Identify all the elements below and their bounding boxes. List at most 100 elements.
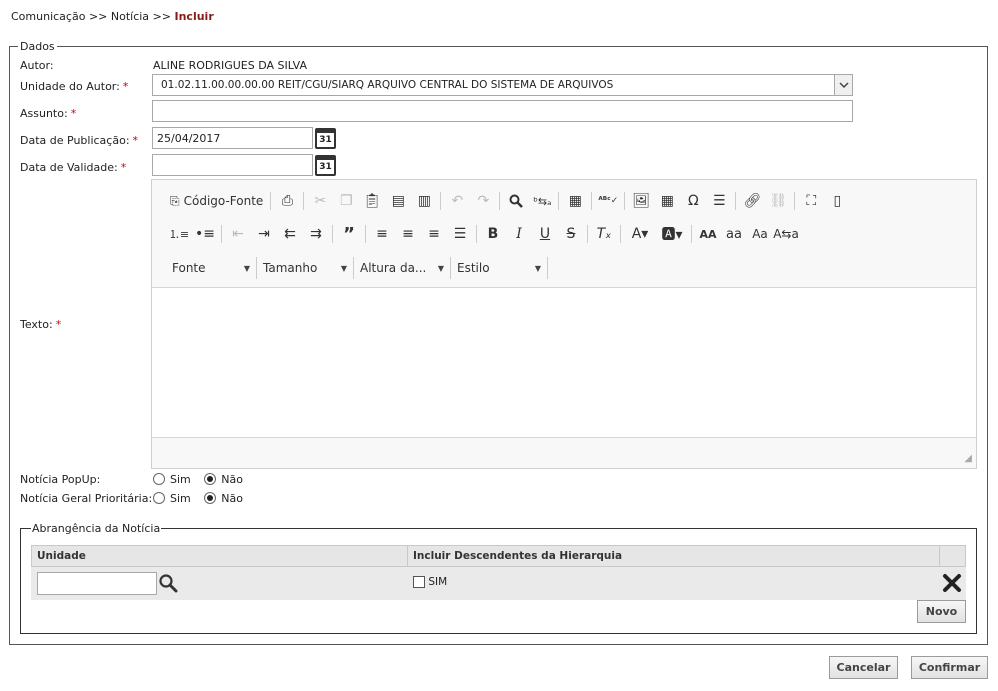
source-code-icon: ⎘: [170, 193, 180, 208]
breadcrumb-separator: >>: [152, 10, 171, 23]
paste-text-icon[interactable]: ▤: [385, 189, 411, 213]
copy-icon[interactable]: ❐: [333, 189, 359, 213]
line-height-combo-label: Altura da...: [360, 261, 427, 275]
paste-icon[interactable]: 📋︎: [359, 189, 385, 213]
unidade-select-value: 01.02.11.00.00.00.00 REIT/CGU/SIARQ ARQU…: [161, 79, 614, 91]
print-icon[interactable]: ⎙: [274, 189, 300, 213]
data-publicacao-input[interactable]: 25/04/2017: [152, 127, 313, 149]
confirm-button[interactable]: Confirmar: [911, 656, 988, 679]
replace-icon[interactable]: ᵇ⇆ₐ: [529, 189, 555, 213]
geral-radio-group: Sim Não: [153, 491, 253, 505]
close-icon[interactable]: [942, 573, 962, 596]
unlink-icon[interactable]: ⛓: [765, 189, 791, 213]
blockquote-icon[interactable]: ”: [336, 222, 362, 246]
editor-toolbar-row-2: ⒈≡ •≡ ⇤ ⇥ ⇇ ⇉ ” ≡ ≡ ≡ ☰ B I U S Tₓ A▾ 🅰︎…: [166, 221, 799, 247]
breadcrumb-noticia[interactable]: Notícia: [111, 10, 149, 23]
search-icon[interactable]: [158, 573, 178, 596]
link-icon[interactable]: 🔗︎: [739, 189, 765, 213]
indent-icon[interactable]: ⇥: [251, 222, 277, 246]
unidade-select[interactable]: 01.02.11.00.00.00.00 REIT/CGU/SIARQ ARQU…: [152, 74, 853, 96]
editor-toolbar-row-3: Fonte ▼ Tamanho ▼ Altura da... ▼ Estilo ▼: [166, 255, 548, 281]
style-combo-label: Estilo: [457, 261, 490, 275]
transform-case-icon[interactable]: A⇆a: [773, 222, 799, 246]
align-justify-icon[interactable]: ☰: [447, 222, 473, 246]
style-combo[interactable]: Estilo ▼: [451, 257, 548, 279]
incluir-descendentes-checkbox[interactable]: [413, 576, 425, 588]
bold-icon[interactable]: B: [480, 222, 506, 246]
data-validade-label: Data de Validade: *: [20, 161, 127, 174]
popup-nao-label: Não: [221, 472, 243, 486]
breadcrumb-separator: >>: [88, 10, 108, 23]
capitalize-icon[interactable]: Aa: [747, 222, 773, 246]
dados-legend: Dados: [20, 40, 55, 53]
background-color-icon[interactable]: 🅰︎▾: [656, 222, 688, 246]
novo-button[interactable]: Novo: [917, 600, 966, 623]
uppercase-icon[interactable]: AA: [695, 222, 721, 246]
align-left-icon[interactable]: ≡: [369, 222, 395, 246]
editor-content-area[interactable]: [152, 287, 976, 438]
horizontal-line-icon[interactable]: ☰: [706, 189, 732, 213]
unidade-row-input[interactable]: [37, 572, 157, 595]
strikethrough-icon[interactable]: S: [558, 222, 584, 246]
align-center-icon[interactable]: ≡: [395, 222, 421, 246]
breadcrumb-comunicacao[interactable]: Comunicação: [11, 10, 85, 23]
resize-handle-icon[interactable]: ◢: [964, 453, 972, 464]
assunto-label: Assunto: *: [20, 107, 77, 120]
find-icon[interactable]: [503, 189, 529, 213]
unidade-label: Unidade do Autor: *: [20, 80, 129, 93]
increase-indent-icon[interactable]: ⇉: [303, 222, 329, 246]
editor-toolbar-row-1: ⎘ Código-Fonte ⎙ ✂ ❐ 📋︎ ▤ ▥ ↶ ↷ ᵇ⇆ₐ ▦ ᴬᴮᶜ…: [166, 188, 850, 214]
rich-text-editor: ⎘ Código-Fonte ⎙ ✂ ❐ 📋︎ ▤ ▥ ↶ ↷ ᵇ⇆ₐ ▦ ᴬᴮᶜ…: [151, 179, 977, 469]
lowercase-icon[interactable]: aa: [721, 222, 747, 246]
popup-label: Notícia PopUp:: [20, 473, 101, 486]
autor-value: ALINE RODRIGUES DA SILVA: [153, 59, 308, 72]
paste-word-icon[interactable]: ▥: [411, 189, 437, 213]
data-publicacao-label: Data de Publicação: *: [20, 134, 139, 147]
bulleted-list-icon[interactable]: •≡: [192, 222, 218, 246]
image-icon[interactable]: 🖼︎: [628, 189, 654, 213]
popup-sim-label: Sim: [170, 472, 191, 486]
calendar-icon[interactable]: 31: [315, 128, 336, 149]
popup-sim-radio[interactable]: [153, 473, 165, 485]
spellcheck-icon[interactable]: ᴬᴮᶜ✓: [595, 189, 621, 213]
cut-icon[interactable]: ✂: [307, 189, 333, 213]
font-combo[interactable]: Fonte ▼: [166, 257, 257, 279]
show-blocks-icon[interactable]: ▯: [824, 189, 850, 213]
assunto-input[interactable]: [152, 100, 853, 122]
table-row: SIM: [31, 567, 966, 600]
align-right-icon[interactable]: ≡: [421, 222, 447, 246]
undo-icon[interactable]: ↶: [444, 189, 470, 213]
redo-icon[interactable]: ↷: [470, 189, 496, 213]
cancel-button[interactable]: Cancelar: [829, 656, 898, 679]
special-char-icon[interactable]: Ω: [680, 189, 706, 213]
required-mark: *: [122, 80, 129, 93]
chevron-down-icon: ▼: [243, 263, 250, 273]
geral-nao-label: Não: [221, 491, 243, 505]
remove-format-icon[interactable]: Tₓ: [591, 222, 617, 246]
line-height-combo[interactable]: Altura da... ▼: [354, 257, 451, 279]
underline-icon[interactable]: U: [532, 222, 558, 246]
required-mark: *: [132, 134, 139, 147]
italic-icon[interactable]: I: [506, 222, 532, 246]
required-mark: *: [120, 161, 127, 174]
table-icon[interactable]: ▦: [654, 189, 680, 213]
numbered-list-icon[interactable]: ⒈≡: [166, 222, 192, 246]
source-code-button[interactable]: ⎘ Código-Fonte: [166, 189, 267, 213]
calendar-icon[interactable]: 31: [315, 155, 336, 176]
outdent-icon[interactable]: ⇤: [225, 222, 251, 246]
popup-nao-radio[interactable]: [204, 473, 217, 485]
geral-nao-radio[interactable]: [204, 492, 217, 504]
data-validade-input[interactable]: [152, 154, 313, 176]
chevron-down-icon[interactable]: [834, 75, 852, 95]
popup-radio-group: Sim Não: [153, 472, 253, 486]
select-all-icon[interactable]: ▦: [562, 189, 588, 213]
maximize-icon[interactable]: ⛶: [798, 189, 824, 213]
required-mark: *: [70, 107, 77, 120]
geral-sim-radio[interactable]: [153, 492, 165, 504]
texto-label: Texto: *: [20, 318, 62, 331]
chevron-down-icon: ▼: [534, 263, 541, 273]
text-color-icon[interactable]: A▾: [624, 222, 656, 246]
geral-label: Notícia Geral Prioritária:: [20, 492, 153, 505]
decrease-indent-icon[interactable]: ⇇: [277, 222, 303, 246]
size-combo[interactable]: Tamanho ▼: [257, 257, 354, 279]
